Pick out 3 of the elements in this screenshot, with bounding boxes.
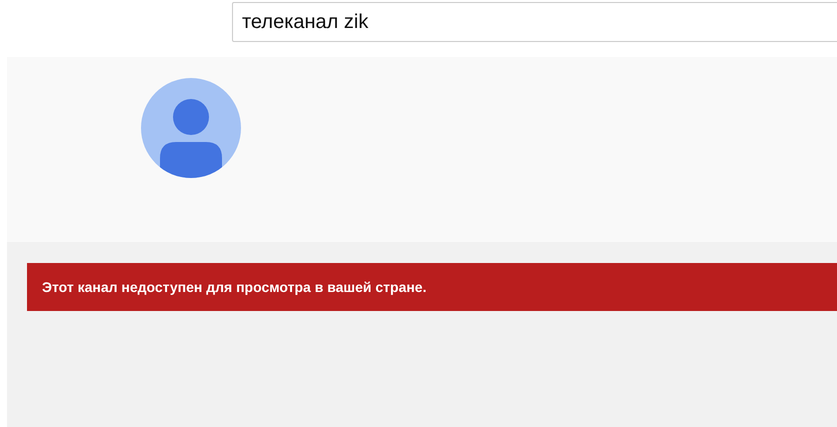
search-field[interactable]: телеканал zik bbox=[232, 2, 837, 42]
error-message: Этот канал недоступен для просмотра в вашей стране. bbox=[42, 279, 426, 295]
avatar-icon bbox=[141, 78, 241, 178]
